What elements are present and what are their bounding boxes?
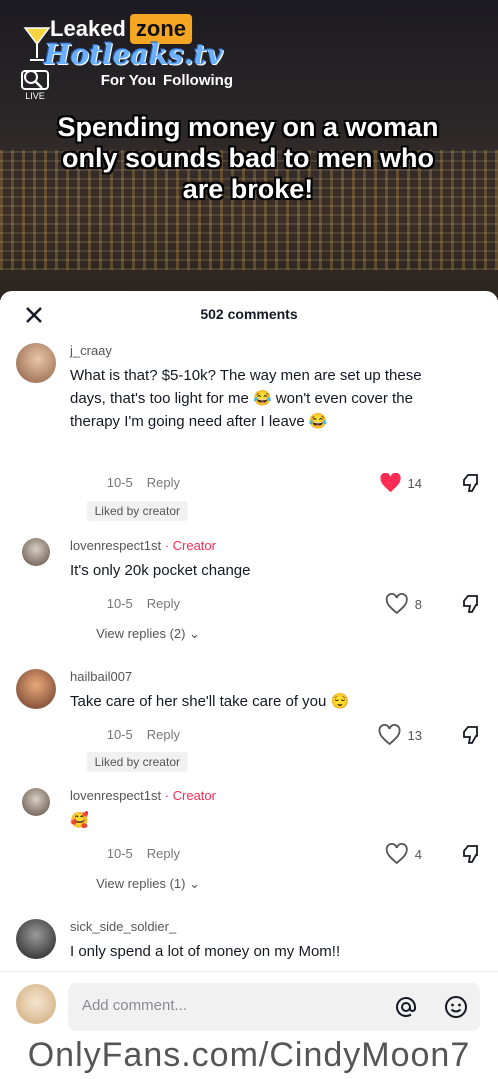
- view-replies-link[interactable]: View replies (2) ⌄: [96, 626, 200, 642]
- dislike-icon[interactable]: [458, 843, 480, 865]
- feed-tabs: Following For You: [0, 72, 498, 96]
- avatar[interactable]: [22, 538, 50, 566]
- liked-by-creator-badge: Liked by creator: [86, 752, 188, 772]
- heart-icon: [385, 843, 408, 865]
- video-caption: Spending money on a woman only sounds ba…: [57, 112, 439, 204]
- reply-button[interactable]: Reply: [147, 596, 180, 611]
- view-replies-text: View replies (2): [96, 626, 186, 641]
- dislike-icon[interactable]: [458, 472, 480, 494]
- video-background[interactable]: Leaked zone Hotleaks.tv Following For Yo…: [0, 0, 498, 300]
- username-text[interactable]: lovenrespect1st: [70, 788, 161, 803]
- view-replies-link[interactable]: View replies (1) ⌄: [96, 876, 200, 892]
- comment-content: lovenrespect1st · Creator 🥰: [70, 788, 426, 832]
- comment-text: What is that? $5-10k? The way men are se…: [70, 367, 422, 430]
- comment-meta: 10-5 Reply: [107, 475, 194, 490]
- avatar[interactable]: [16, 669, 56, 709]
- comment-content: lovenrespect1st · Creator It's only 20k …: [70, 538, 426, 582]
- live-button[interactable]: LIVE: [20, 70, 50, 101]
- reply-button[interactable]: Reply: [147, 475, 180, 490]
- tab-following[interactable]: Following: [163, 72, 233, 89]
- close-icon[interactable]: [22, 303, 46, 327]
- comment-username: lovenrespect1st · Creator: [70, 538, 426, 553]
- liked-by-creator-badge: Liked by creator: [86, 501, 188, 521]
- reply-button[interactable]: Reply: [147, 727, 180, 742]
- like-control[interactable]: 14: [380, 471, 422, 495]
- avatar[interactable]: [22, 788, 50, 816]
- heart-icon: [380, 473, 401, 493]
- comment-content: sick_side_soldier_ I only spend a lot of…: [70, 919, 426, 963]
- comment-date: 10-5: [106, 596, 133, 611]
- username-text[interactable]: lovenrespect1st: [70, 538, 161, 553]
- live-label: LIVE: [25, 91, 45, 101]
- heart-icon: [385, 593, 408, 615]
- chevron-down-icon: ⌄: [189, 626, 200, 641]
- comment-content: hailbail007 Take care of her she'll take…: [70, 669, 426, 713]
- like-count: 4: [414, 846, 422, 862]
- dislike-icon[interactable]: [458, 724, 480, 746]
- comments-count: 502 comments: [200, 306, 298, 322]
- avatar[interactable]: [16, 343, 56, 383]
- watermark-text: OnlyFans.com/CindyMoon7: [27, 1036, 471, 1074]
- live-icon: [21, 70, 49, 90]
- reply-button[interactable]: Reply: [147, 846, 180, 861]
- comments-sheet: 502 comments j_craay What is that? $5-10…: [0, 291, 498, 1079]
- creator-tag: · Creator: [164, 538, 216, 553]
- heart-icon: [378, 724, 401, 746]
- chevron-down-icon: ⌄: [189, 876, 200, 891]
- comment-meta: 10-5 Reply: [107, 727, 194, 742]
- emoji-icon[interactable]: [444, 995, 468, 1019]
- comment-username[interactable]: j_craay: [70, 343, 426, 358]
- hotleaks-text: Hotleaks.tv: [44, 38, 223, 71]
- mention-icon[interactable]: [394, 995, 418, 1019]
- comment-username: lovenrespect1st · Creator: [70, 788, 426, 803]
- dislike-icon[interactable]: [458, 593, 480, 615]
- tab-for-you[interactable]: For You: [101, 72, 156, 89]
- comment-content: j_craay What is that? $5-10k? The way me…: [70, 343, 426, 433]
- comment-date: 10-5: [106, 727, 133, 742]
- comment-date: 10-5: [106, 475, 133, 490]
- like-control[interactable]: 8: [385, 592, 422, 616]
- comment-text: It's only 20k pocket change: [70, 562, 251, 579]
- comment-meta: 10-5 Reply: [107, 846, 194, 861]
- avatar[interactable]: [16, 919, 56, 959]
- like-count: 8: [414, 596, 422, 612]
- view-replies-text: View replies (1): [96, 876, 186, 891]
- comment-text: I only spend a lot of money on my Mom!!: [70, 943, 341, 960]
- comment-meta: 10-5 Reply: [107, 596, 194, 611]
- like-control[interactable]: 13: [378, 723, 422, 747]
- creator-tag: · Creator: [164, 788, 216, 803]
- mirrored-screen: Leaked zone Hotleaks.tv Following For Yo…: [0, 0, 498, 1079]
- comment-text: Take care of her she'll take care of you…: [70, 693, 350, 710]
- comment-input[interactable]: Add comment...: [68, 983, 480, 1031]
- like-count: 14: [407, 475, 422, 491]
- comment-username[interactable]: hailbail007: [70, 669, 426, 684]
- like-count: 13: [407, 727, 422, 743]
- comment-date: 10-5: [106, 846, 133, 861]
- comment-username[interactable]: sick_side_soldier_: [70, 919, 426, 934]
- like-control[interactable]: 4: [385, 842, 422, 866]
- comment-text: 🥰: [70, 812, 89, 829]
- comment-placeholder: Add comment...: [82, 997, 188, 1014]
- current-user-avatar: [16, 984, 56, 1024]
